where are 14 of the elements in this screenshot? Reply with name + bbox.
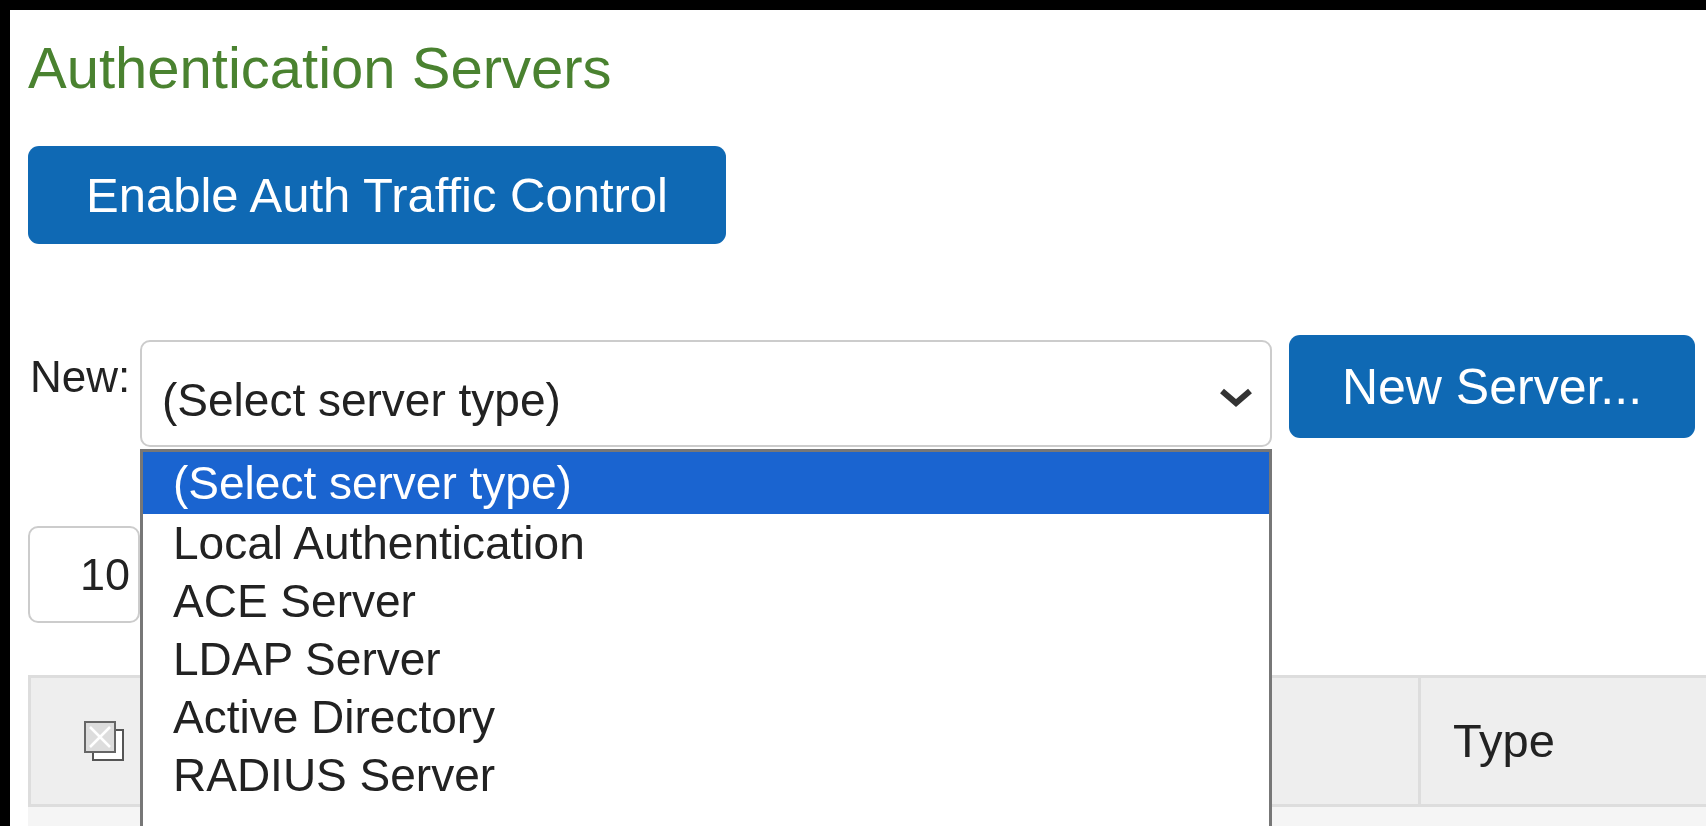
table-header-cell-text: Type (1452, 713, 1556, 770)
enable-auth-traffic-control-button[interactable]: Enable Auth Traffic Control (28, 146, 726, 245)
dropdown-option[interactable]: ACE Server (143, 572, 1269, 631)
new-label: New: (30, 355, 132, 400)
dropdown-option[interactable]: RADIUS Server (143, 746, 1269, 805)
page-size-select[interactable]: 10 (28, 526, 140, 623)
dropdown-option[interactable]: LDAP Server (143, 630, 1269, 689)
new-server-button[interactable]: New Server... (1289, 335, 1695, 439)
dropdown-option[interactable]: (Select server type) (143, 452, 1269, 515)
select-all-checkbox-icon[interactable] (83, 719, 125, 762)
page-title: Authentication Servers (28, 38, 612, 98)
dropdown-option[interactable]: Active Directory (143, 688, 1269, 747)
server-type-select[interactable]: (Select server type) (140, 340, 1272, 448)
dropdown-option[interactable]: Local Authentication (143, 514, 1269, 573)
